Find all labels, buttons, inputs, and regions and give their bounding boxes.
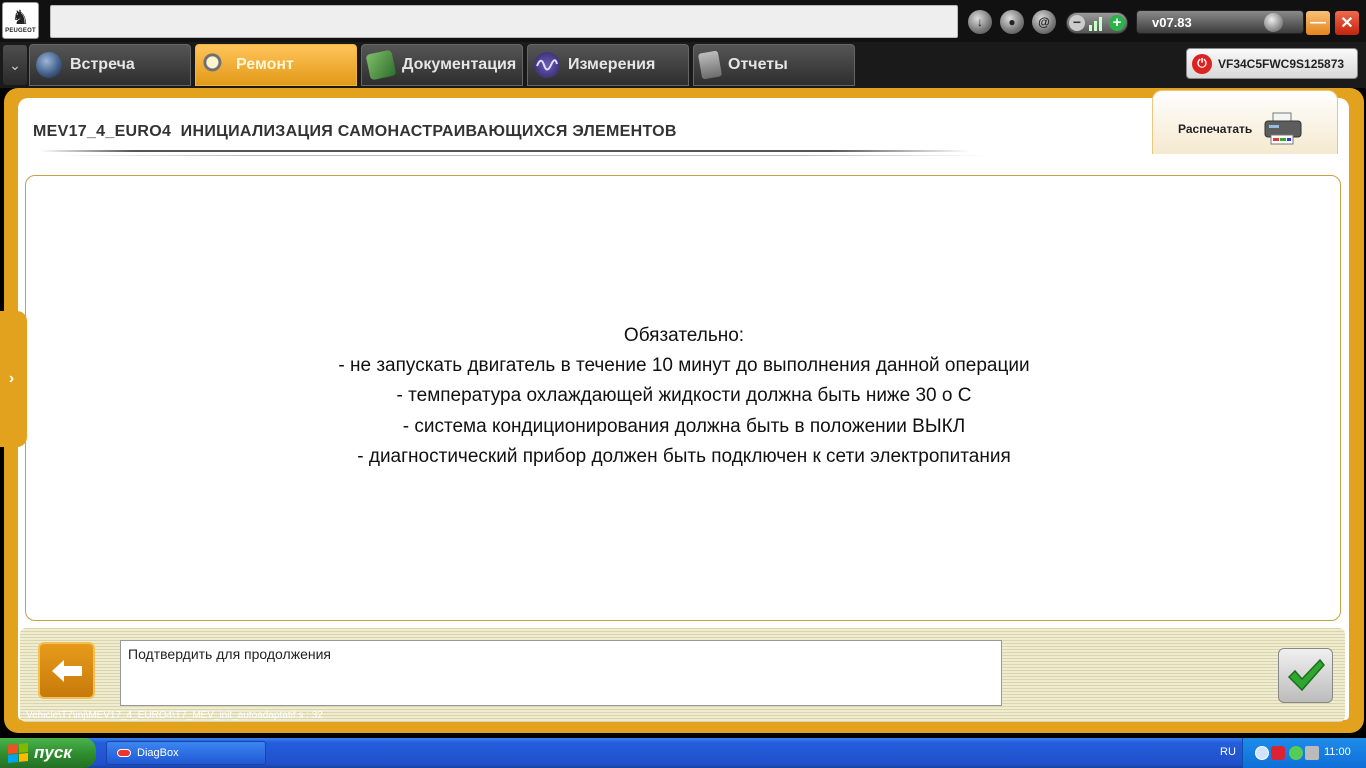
main-panel: MEV17_4_EURO4 ИНИЦИАЛИЗАЦИЯ САМОНАСТРАИВ…: [4, 88, 1364, 733]
brand-label: PEUGEOT: [5, 27, 36, 34]
instruction-line: - диагностический прибор должен быть под…: [357, 445, 1011, 467]
chevron-right-icon: ›: [8, 370, 15, 387]
tab-izmereniya[interactable]: Измерения: [527, 44, 689, 86]
tab-label: Отчеты: [728, 56, 788, 73]
tab-label: Встреча: [70, 56, 135, 73]
side-panel-toggle[interactable]: ›: [0, 311, 27, 447]
task-label: DiagBox: [137, 747, 179, 759]
title-divider: [40, 150, 970, 152]
checkmark-icon: [1287, 658, 1325, 691]
title-divider-shadow: [58, 155, 988, 156]
tab-vstrecha[interactable]: Встреча: [29, 44, 191, 86]
version-label: v07.83: [1152, 15, 1192, 30]
instructions-text: Обязательно: - не запускать двигатель в …: [26, 321, 1342, 472]
chevron-down-icon[interactable]: ⌄: [3, 45, 27, 85]
peugeot-logo: ♞ PEUGEOT: [2, 2, 39, 39]
power-icon: ⏻: [1192, 53, 1212, 74]
page-title: MEV17_4_EURO4 ИНИЦИАЛИЗАЦИЯ САМОНАСТРАИВ…: [33, 123, 677, 140]
message-panel: Обязательно: - не запускать двигатель в …: [25, 175, 1341, 621]
print-label: Распечатать: [1178, 122, 1253, 136]
book-icon: [365, 49, 397, 81]
close-button[interactable]: ✕: [1335, 11, 1359, 35]
instruction-line: - система кондиционирования должна быть …: [402, 415, 966, 437]
tab-dokumentatsiya[interactable]: Документация: [361, 44, 523, 86]
tab-remont[interactable]: Ремонт: [195, 44, 357, 86]
taskbar-item-diagbox[interactable]: DiagBox: [106, 741, 266, 765]
tab-label: Измерения: [568, 56, 656, 73]
arrow-left-icon: [51, 659, 82, 682]
instruction-line: - температура охлаждающей жидкости должн…: [396, 385, 972, 407]
connection-toggle[interactable]: − +: [1066, 12, 1128, 34]
version-panel: v07.83: [1136, 10, 1304, 34]
action-bar: Подтвердить для продолжения Vehicle\T7\i…: [20, 628, 1345, 722]
language-indicator[interactable]: RU: [1220, 746, 1236, 758]
address-field[interactable]: [50, 5, 958, 38]
download-icon[interactable]: ↓: [968, 10, 992, 34]
clock: 11:00: [1324, 746, 1351, 758]
confirm-button[interactable]: [1278, 648, 1333, 703]
shield-icon[interactable]: [1271, 746, 1285, 760]
magnifier-icon: [202, 52, 228, 78]
vin-button[interactable]: ⏻ VF34C5FWC9S125873: [1186, 48, 1358, 79]
network-icon[interactable]: [1289, 746, 1303, 760]
tab-label: Документация: [402, 56, 517, 73]
printer-icon: [1264, 112, 1302, 145]
globe-icon: [36, 52, 62, 78]
signal-bars-icon: [1089, 16, 1105, 31]
monitor-icon[interactable]: [1305, 746, 1319, 760]
prompt-box: Подтвердить для продолжения: [120, 640, 1002, 706]
vin-label: VF34C5FWC9S125873: [1218, 56, 1345, 71]
back-arrow-icon[interactable]: [1255, 746, 1269, 760]
top-bar: ♞ PEUGEOT ↓ ● @ − + v07.83 — ✕: [0, 0, 1366, 42]
tab-label: Ремонт: [236, 56, 294, 73]
taskbar: пуск DiagBox RU 11:00: [0, 738, 1366, 768]
user-icon[interactable]: ●: [1000, 10, 1024, 34]
minimize-button[interactable]: —: [1306, 11, 1330, 35]
instruction-line: Обязательно:: [623, 325, 745, 346]
at-sign-icon[interactable]: @: [1032, 10, 1056, 34]
main-tabs: ⌄ Встреча Ремонт Документация Измерения …: [0, 42, 1366, 88]
print-button[interactable]: Распечатать: [1152, 90, 1338, 154]
minus-icon[interactable]: −: [1069, 15, 1085, 31]
diagbox-icon: [117, 749, 131, 757]
plus-icon[interactable]: +: [1109, 15, 1125, 31]
script-path: Vehicle\T7\inj\MEV17_4_EURO4\T7_MEV_init…: [26, 710, 323, 721]
lion-icon: ♞: [11, 6, 30, 29]
instruction-line: - не запускать двигатель в течение 10 ми…: [338, 355, 1030, 377]
start-label: пуск: [34, 743, 72, 762]
prompt-text: Подтвердить для продолжения: [128, 646, 331, 662]
settings-knob-icon[interactable]: [1264, 13, 1283, 32]
back-button[interactable]: [38, 642, 95, 699]
content-area: MEV17_4_EURO4 ИНИЦИАЛИЗАЦИЯ САМОНАСТРАИВ…: [18, 90, 1349, 720]
tab-otchety[interactable]: Отчеты: [693, 44, 855, 86]
document-icon: [697, 50, 723, 80]
start-button[interactable]: пуск: [0, 738, 96, 768]
windows-logo-icon: [8, 742, 28, 764]
waveform-icon: [534, 52, 560, 78]
